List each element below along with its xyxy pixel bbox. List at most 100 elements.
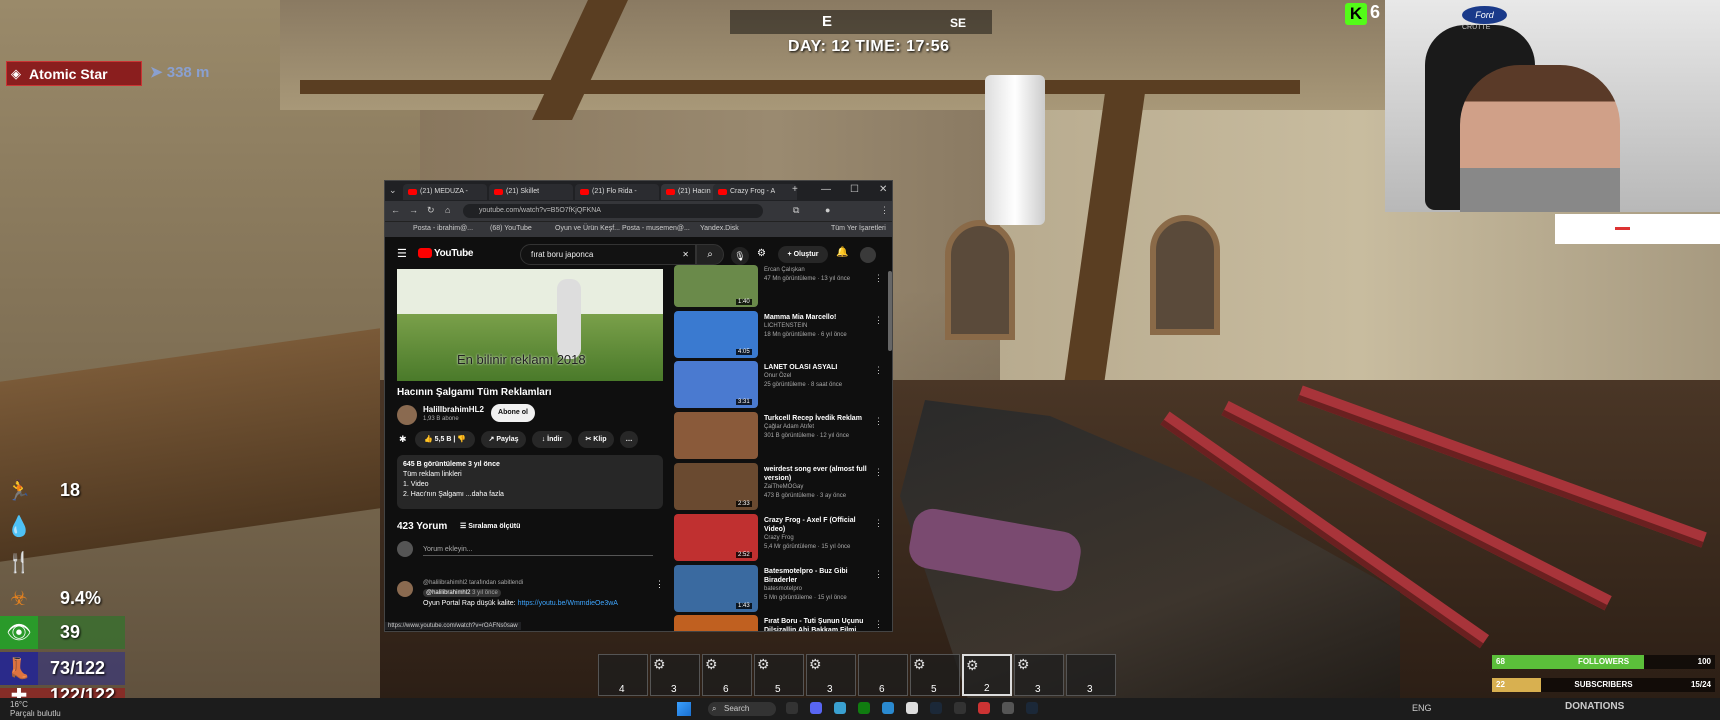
rec-item[interactable]: Turkcell Recep İvedik Reklam Çağlar Adam … (674, 412, 884, 460)
create-button[interactable]: + Oluştur (778, 246, 828, 263)
minimize-icon[interactable]: — (821, 184, 831, 195)
youtube-logo[interactable]: YouTube (418, 248, 474, 259)
close-icon[interactable]: ✕ (879, 184, 887, 195)
search-input[interactable]: fırat boru japonca ✕ (520, 244, 696, 265)
rec-item[interactable]: 3:31 LANET OLASI ASYALI Onur Özel 25 görünt… (674, 361, 884, 409)
hotbar-slot[interactable]: 3 (1066, 654, 1116, 696)
hotbar-slot[interactable]: ⚙ 5 (910, 654, 960, 696)
hotbar-slot[interactable]: 4 (598, 654, 648, 696)
notifications-icon[interactable]: 🔔 (836, 247, 848, 258)
rec-menu-icon[interactable]: ⋮ (874, 273, 883, 284)
app-icon[interactable] (978, 702, 990, 714)
more-actions-button[interactable]: … (620, 431, 638, 448)
download-button[interactable]: ↓ İndir (532, 431, 572, 448)
sort-button[interactable]: ☰ Sıralama ölçütü (460, 522, 520, 530)
rec-thumbnail[interactable] (674, 615, 758, 631)
bookmark[interactable]: Oyun ve Ürün Keşf... (555, 225, 620, 232)
account-avatar[interactable] (860, 247, 876, 263)
app-icon[interactable] (786, 702, 798, 714)
ceiling-beam (300, 80, 1300, 94)
hotbar-slot-selected[interactable]: ⚙ 2 (962, 654, 1012, 696)
rec-menu-icon[interactable]: ⋮ (874, 365, 883, 376)
home-icon[interactable]: ⌂ (445, 205, 450, 215)
weather-widget[interactable]: 16°C Parçalı bulutlu (10, 700, 61, 718)
tab-list-icon[interactable]: ⌄ (389, 185, 397, 196)
discord-icon[interactable] (810, 702, 822, 714)
description-box[interactable]: 645 B görüntüleme 3 yıl önce Tüm reklam … (397, 455, 663, 509)
browser-tab[interactable]: (21) Flo Rida - (575, 184, 659, 200)
bookmarks-bar: Posta - ibrahim@... (68) YouTube Oyun ve… (385, 221, 892, 237)
new-tab-icon[interactable]: + (792, 184, 798, 195)
bookmark[interactable]: (68) YouTube (490, 225, 532, 232)
ford-logo: Ford (1462, 6, 1507, 24)
app-icon[interactable] (882, 702, 894, 714)
cast-icon[interactable]: ⚙ (757, 248, 766, 259)
channel-avatar[interactable] (397, 405, 417, 425)
add-comment-input[interactable]: Yorum ekleyin... (423, 546, 653, 556)
channel-name[interactable]: HalilIbrahimHL2 (423, 405, 484, 414)
hotbar-slot[interactable]: ⚙ 3 (806, 654, 856, 696)
share-button[interactable]: ↗ Paylaş (481, 431, 526, 448)
rec-menu-icon[interactable]: ⋮ (874, 416, 883, 427)
taskbar-search[interactable]: ⌕ Search (708, 702, 776, 716)
browser-tab[interactable]: (21) MEDUZA - (403, 184, 487, 200)
url-field[interactable]: youtube.com/watch?v=B5O7fKjQFKNA (463, 204, 763, 218)
steam-icon[interactable] (1026, 702, 1038, 714)
rec-item[interactable]: 2:52 Crazy Frog - Axel F (Official Video)… (674, 514, 884, 562)
comment-author[interactable]: @halilibrahimhl2 3 yıl önce (423, 589, 501, 597)
app-icon[interactable] (954, 702, 966, 714)
comment-count: 423 Yorum (397, 521, 448, 532)
hotbar-slot[interactable]: ⚙ 6 (702, 654, 752, 696)
hotbar-slot[interactable]: ⚙ 3 (1014, 654, 1064, 696)
hotbar-slot[interactable]: ⚙ 3 (650, 654, 700, 696)
hype-icon[interactable]: ✱ (399, 434, 407, 445)
clear-search-icon[interactable]: ✕ (682, 245, 689, 264)
start-button[interactable] (677, 702, 691, 716)
gear-icon: ⚙ (1017, 656, 1030, 672)
bookmark[interactable]: Tüm Yer İşaretleri (831, 225, 886, 232)
bookmark[interactable]: Posta - ibrahim@... (413, 225, 473, 232)
extensions-icon[interactable]: ⧉ (793, 205, 799, 216)
scrollbar[interactable] (888, 271, 892, 351)
menu-icon[interactable]: ⋮ (880, 205, 889, 216)
profile-icon[interactable]: ● (825, 205, 830, 215)
app-icon[interactable] (1002, 702, 1014, 714)
back-icon[interactable]: ← (391, 205, 400, 215)
rec-item[interactable]: 2:33 weirdest song ever (almost full vers… (674, 463, 884, 511)
rec-menu-icon[interactable]: ⋮ (874, 569, 883, 580)
rec-item[interactable]: Fırat Boru - Tuti Şunun Uçunu Dilsizalli… (674, 615, 884, 631)
system-tray[interactable]: ENG (1412, 703, 1432, 713)
rec-item[interactable]: 4:05 Mamma Mia Marcello! LICHTENSTEIN 18 Mn… (674, 311, 884, 359)
video-player[interactable]: En bilinir reklamı 2018 (397, 269, 663, 381)
rec-thumbnail[interactable] (674, 412, 758, 459)
hotbar-slot[interactable]: 6 (858, 654, 908, 696)
comment-link[interactable]: https://youtu.be/WmmdieOe3wA (518, 600, 618, 607)
steam-icon[interactable] (930, 702, 942, 714)
comment-menu-icon[interactable]: ⋮ (655, 579, 664, 590)
water-stat: 💧 (0, 510, 125, 543)
browser-tab[interactable]: (21) Skillet (489, 184, 573, 200)
maximize-icon[interactable]: ☐ (850, 184, 859, 195)
hotbar-slot[interactable]: ⚙ 5 (754, 654, 804, 696)
rec-menu-icon[interactable]: ⋮ (874, 518, 883, 529)
search-button[interactable]: ⌕ (696, 244, 724, 265)
rec-menu-icon[interactable]: ⋮ (874, 315, 883, 326)
mic-icon[interactable]: 🎙 (731, 247, 749, 265)
chrome-icon[interactable] (906, 702, 918, 714)
rec-menu-icon[interactable]: ⋮ (874, 619, 883, 630)
app-icon[interactable] (834, 702, 846, 714)
clip-button[interactable]: ✂ Klip (578, 431, 614, 448)
forward-icon[interactable]: → (409, 205, 418, 215)
hamburger-icon[interactable]: ☰ (397, 247, 407, 260)
rec-menu-icon[interactable]: ⋮ (874, 467, 883, 478)
subscribe-button[interactable]: Abone ol (491, 404, 535, 422)
rec-item[interactable]: 1:43 Batesmotelpro - Buz Gibi Biraderler b… (674, 565, 884, 613)
commenter-avatar[interactable] (397, 581, 413, 597)
rec-item[interactable]: 1:40 Ercan Çalışkan 47 Mn görüntüleme · 13… (674, 265, 884, 317)
reload-icon[interactable]: ↻ (427, 205, 435, 216)
xbox-icon[interactable] (858, 702, 870, 714)
browser-tab[interactable]: Crazy Frog - A (713, 184, 797, 200)
like-button[interactable]: 👍 5,5 B | 👎 (415, 431, 475, 448)
bookmark[interactable]: Posta - musemen@... (622, 225, 690, 232)
bookmark[interactable]: Yandex.Disk (700, 225, 739, 232)
